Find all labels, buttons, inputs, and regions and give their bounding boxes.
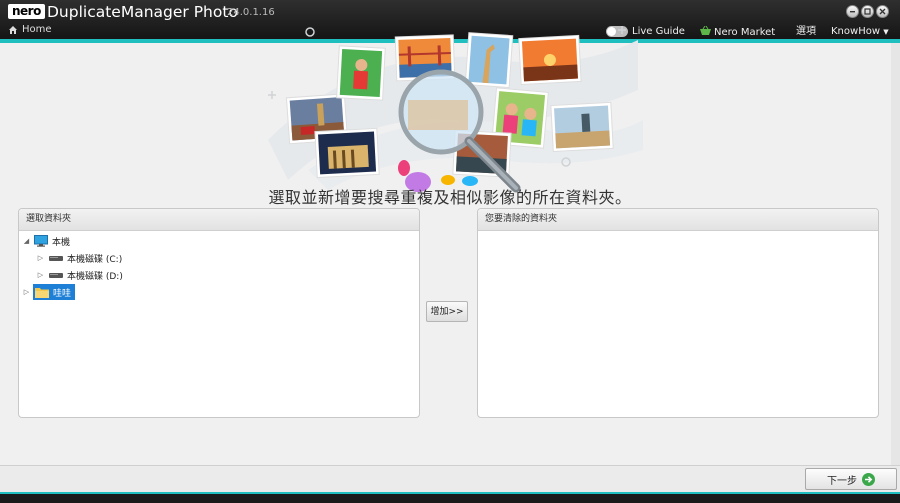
tree-item-this-pc[interactable]: ◢ 本機	[22, 234, 70, 248]
restore-icon	[864, 8, 871, 15]
add-folder-button[interactable]: 增加>>	[426, 301, 468, 322]
user-label: KnowHow	[831, 26, 881, 37]
folders-to-clean-panel: 您要清除的資料夾	[477, 208, 879, 418]
app-version: 24.0.1.16	[227, 7, 275, 18]
tree-item-label: 本機磁碟 (D:)	[67, 271, 123, 282]
close-button[interactable]	[876, 5, 889, 18]
home-label: Home	[22, 24, 52, 35]
minimize-button[interactable]	[846, 5, 859, 18]
tree-item-drive-d[interactable]: ▷ 本機磁碟 (D:)	[36, 268, 123, 282]
basket-icon	[700, 26, 711, 35]
folders-to-clean-list[interactable]	[478, 231, 878, 417]
tree-item-label: 本機磁碟 (C:)	[67, 254, 123, 265]
folder-icon	[35, 287, 49, 298]
minimize-icon	[850, 11, 855, 13]
tree-item-folder-selected[interactable]: ▷ 哇哇	[22, 284, 76, 300]
nero-market-link[interactable]: Nero Market	[714, 27, 775, 39]
tree-item-drive-c[interactable]: ▷ 本機磁碟 (C:)	[36, 251, 122, 265]
home-link[interactable]: Home	[8, 24, 52, 35]
expand-arrow-icon[interactable]: ▷	[36, 254, 45, 262]
tree-item-label: 哇哇	[53, 288, 72, 299]
select-folder-panel: 選取資料夾 ◢ 本機 ▷ 本機磁碟 (C:) ▷ 本機磁碟 (D:) ▷ 哇哇	[18, 208, 420, 418]
home-icon	[9, 25, 17, 34]
close-icon	[879, 8, 886, 15]
monitor-icon	[34, 235, 48, 247]
selected-folder-highlight: 哇哇	[33, 284, 76, 300]
drive-icon	[49, 273, 63, 278]
expand-arrow-icon[interactable]: ▷	[36, 271, 45, 279]
bottom-accent	[0, 492, 900, 494]
expand-arrow-icon[interactable]: ▷	[22, 288, 31, 296]
nero-logo: nero	[8, 4, 45, 19]
next-label: 下一步	[827, 475, 857, 487]
next-button[interactable]: 下一步	[805, 468, 897, 490]
restore-button[interactable]	[861, 5, 874, 18]
collapse-arrow-icon[interactable]: ◢	[22, 237, 31, 245]
scrollbar-track	[891, 43, 900, 465]
drive-icon	[49, 256, 63, 261]
tree-item-label: 本機	[52, 237, 71, 248]
chevron-down-icon: ▼	[883, 28, 889, 36]
app-title: DuplicateManager Photo	[47, 3, 238, 21]
select-folder-header: 選取資料夾	[19, 209, 419, 231]
photos-illustration	[268, 26, 643, 193]
folders-to-clean-header: 您要清除的資料夾	[478, 209, 878, 231]
instruction-headline: 選取並新增要搜尋重複及相似影像的所在資料夾。	[268, 188, 632, 207]
footer-bar	[0, 466, 900, 492]
user-menu[interactable]: KnowHow ▼	[831, 26, 889, 38]
options-menu[interactable]: 選項	[796, 26, 816, 38]
arrow-right-icon	[862, 472, 875, 486]
